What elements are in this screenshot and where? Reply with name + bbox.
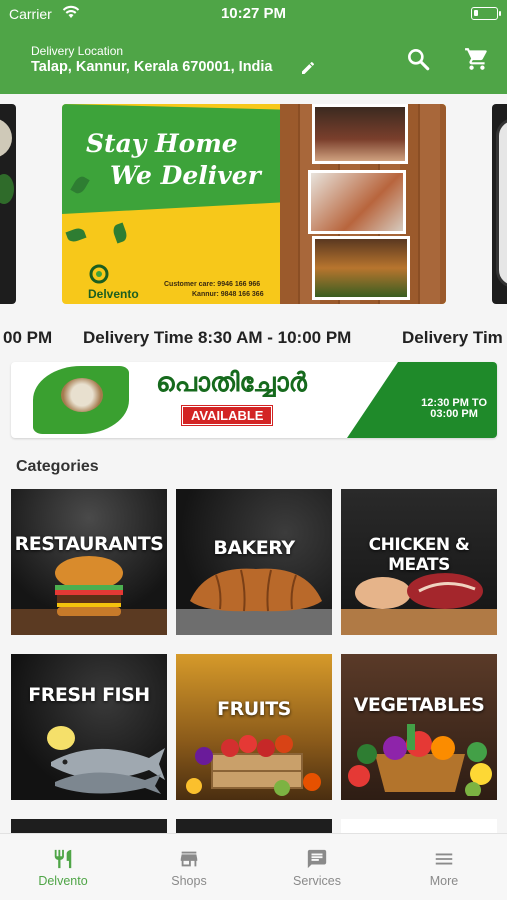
burger-icon	[55, 556, 123, 616]
category-label: RESTAURANTS	[14, 533, 164, 555]
category-tile-partial[interactable]	[176, 819, 332, 833]
app-screen: Carrier 10:27 PM Delivery Location Talap…	[0, 0, 507, 900]
leaf-decoration	[111, 222, 129, 244]
burger-photo	[312, 236, 410, 300]
cake-photo	[312, 104, 408, 164]
customer-care-info: Customer care: 9946 166 966 Kannur: 9848…	[164, 281, 264, 298]
category-tile-partial[interactable]	[11, 819, 167, 833]
delivery-time-ticker: 00 PM Delivery Time 8:30 AM - 10:00 PM D…	[0, 326, 507, 348]
category-fruits[interactable]: FRUITS	[176, 654, 332, 800]
pothichoru-time: 12:30 PM TO 03:00 PM	[421, 397, 487, 420]
vegetable-basket-icon	[348, 724, 492, 796]
fish-icon	[47, 726, 165, 794]
banner-slide-next[interactable]	[492, 104, 507, 304]
banner-brand: Delvento	[88, 287, 139, 301]
chat-icon	[307, 849, 327, 869]
pothichoru-title: പൊതിച്ചോർ	[156, 368, 307, 398]
category-tile-partial[interactable]	[341, 819, 497, 833]
banner-slide-stay-home[interactable]: Stay Home We Deliver Delvento Customer c…	[62, 104, 446, 304]
edit-pencil-icon[interactable]	[300, 60, 316, 76]
tab-shops[interactable]: Shops	[126, 834, 252, 900]
category-restaurants[interactable]: RESTAURANTS	[11, 489, 167, 635]
category-label: FRESH FISH	[28, 684, 150, 706]
banner-headline: Stay Home We Deliver	[86, 129, 261, 190]
meat-icon	[355, 573, 483, 609]
tab-more[interactable]: More	[381, 834, 507, 900]
meal-image	[61, 378, 103, 412]
category-chicken-meats[interactable]: CHICKEN & MEATS	[341, 489, 497, 635]
tab-label: More	[429, 874, 459, 888]
category-label: CHICKEN & MEATS	[368, 535, 470, 575]
banner-slide-previous[interactable]	[0, 104, 16, 304]
leaf-decoration	[65, 226, 87, 244]
delivery-location-value[interactable]: Talap, Kannur, Kerala 670001, India	[31, 59, 273, 75]
delivery-location-label: Delivery Location	[31, 44, 124, 58]
battery-icon	[471, 7, 501, 20]
available-badge: AVAILABLE	[180, 405, 274, 426]
categories-heading: Categories	[16, 458, 99, 475]
category-bakery[interactable]: BAKERY	[176, 489, 332, 635]
app-header: Carrier 10:27 PM Delivery Location Talap…	[0, 0, 507, 94]
tab-label: Shops	[171, 874, 207, 888]
tab-services[interactable]: Services	[254, 834, 380, 900]
fork-knife-icon	[54, 849, 72, 869]
fruit-crate-icon	[186, 735, 321, 796]
ticker-item: 00 PM	[3, 328, 53, 347]
category-label: VEGETABLES	[353, 694, 485, 716]
bottom-navigation: Delvento Shops Services More	[0, 833, 507, 900]
meat-platter-photo	[308, 170, 406, 234]
ticker-item: Delivery Time 8:30 AM - 10:00 PM	[83, 328, 352, 347]
clock: 10:27 PM	[220, 5, 287, 22]
search-icon[interactable]	[405, 46, 431, 72]
category-vegetables[interactable]: VEGETABLES	[341, 654, 497, 800]
croissant-icon	[190, 568, 322, 612]
ticker-item: Delivery Tim	[402, 328, 503, 347]
shop-icon	[180, 851, 198, 867]
pothichoru-banner[interactable]: പൊതിച്ചോർ AVAILABLE 12:30 PM TO 03:00 PM	[11, 362, 497, 438]
cart-icon[interactable]	[463, 46, 491, 72]
category-label: FRUITS	[217, 698, 291, 720]
tab-delvento[interactable]: Delvento	[0, 834, 126, 900]
tab-label: Services	[293, 874, 341, 888]
delvento-logo-icon	[89, 264, 109, 284]
category-fresh-fish[interactable]: FRESH FISH	[11, 654, 167, 800]
category-label: BAKERY	[213, 537, 295, 559]
tab-label: Delvento	[38, 874, 88, 888]
menu-icon	[435, 853, 453, 865]
status-bar: Carrier 10:27 PM	[0, 0, 507, 30]
